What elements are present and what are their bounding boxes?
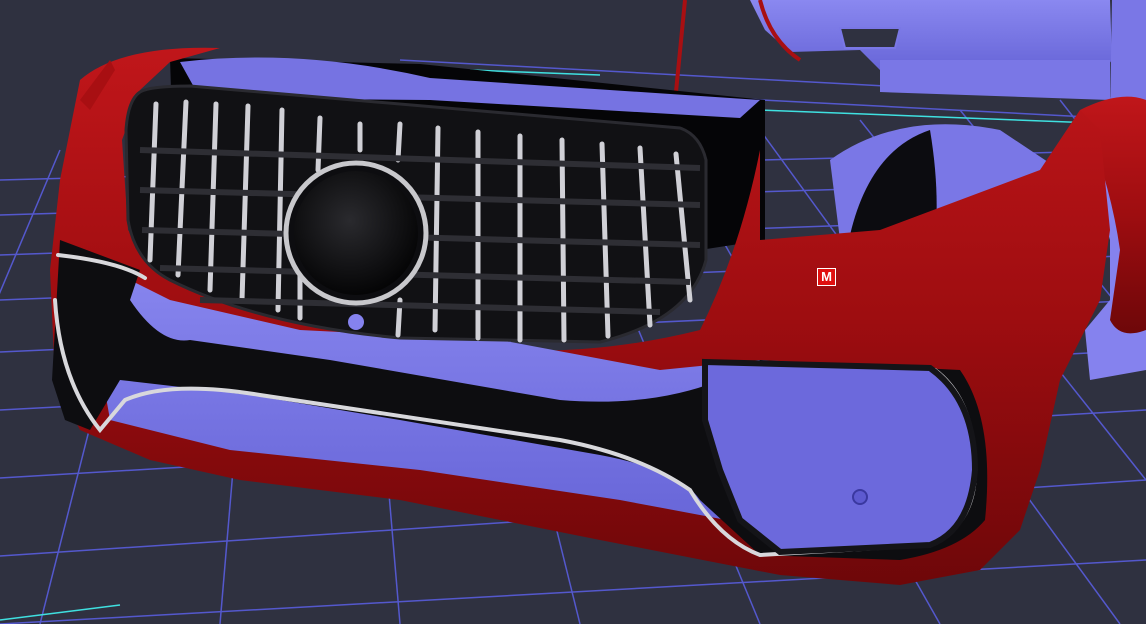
right-fog-lamp[interactable] xyxy=(702,358,979,556)
marker-badge[interactable]: M xyxy=(817,268,836,286)
background-parts[interactable] xyxy=(674,0,1146,112)
3d-viewport[interactable]: M xyxy=(0,0,1146,624)
scene-canvas[interactable] xyxy=(0,0,1146,624)
parking-sensor xyxy=(852,489,868,505)
